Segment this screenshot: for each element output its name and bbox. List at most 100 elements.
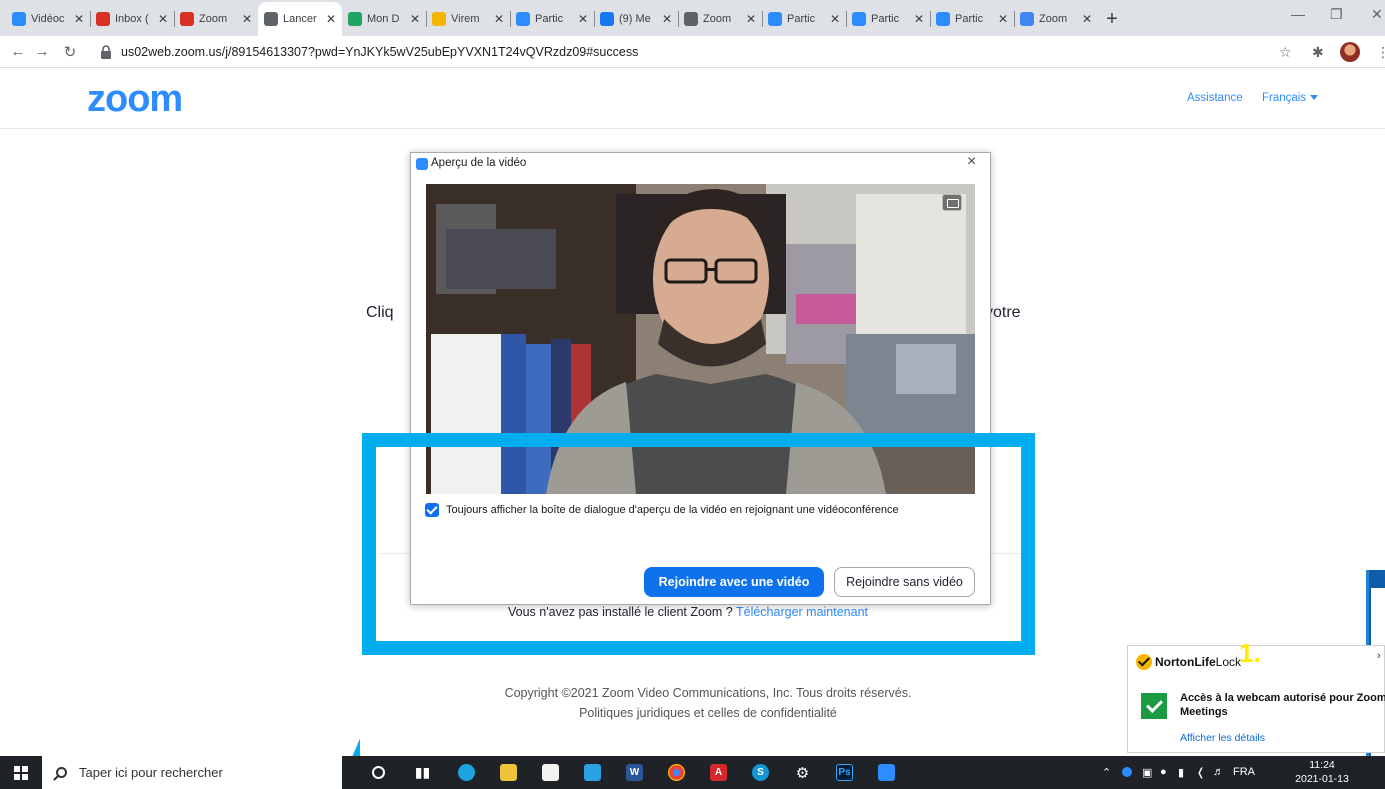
tab-close-icon[interactable]: ✕ [662, 12, 672, 26]
clock-date: 2021-01-13 [1295, 773, 1349, 785]
system-clock[interactable]: 11:24 2021-01-13 [1290, 758, 1354, 786]
tab-close-icon[interactable]: ✕ [158, 12, 168, 26]
tab-close-icon[interactable]: ✕ [746, 12, 756, 26]
google-icon [1020, 12, 1034, 26]
caret-down-icon [1310, 95, 1319, 101]
annotation-pointer-line [338, 738, 360, 789]
close-window-icon[interactable]: ✕ [1371, 6, 1383, 23]
tab-title: Partic [787, 13, 816, 25]
norton-brand-light: Lock [1215, 655, 1242, 669]
extensions-icon[interactable]: ✱ [1312, 44, 1324, 61]
tab-title: (9) Me [619, 13, 651, 25]
windows-start-icon[interactable] [14, 766, 28, 780]
back-icon[interactable]: ← [6, 43, 30, 60]
fullscreen-preview-icon[interactable] [942, 194, 962, 211]
zoom-icon [516, 12, 530, 26]
address-bar[interactable]: us02web.zoom.us/j/89154613307?pwd=YnJKYk… [100, 41, 1270, 63]
forward-icon[interactable]: → [30, 43, 54, 60]
globe-icon [684, 12, 698, 26]
tab-title: Zoom [703, 13, 732, 25]
tab-close-icon[interactable]: ✕ [1082, 12, 1092, 26]
browser-tab[interactable]: Virem ✕ [426, 2, 510, 36]
maximize-icon[interactable]: ❐ [1330, 6, 1343, 23]
taskbar-search[interactable]: Taper ici pour rechercher [42, 756, 342, 789]
support-link[interactable]: Assistance [1187, 92, 1243, 104]
screen: Vidéoc ✕ Inbox (✕ Zoom ✕ Lancer ✕ Mon D ✕ Virem ✕ P… [0, 0, 1385, 789]
dialog-close-icon[interactable]: × [967, 153, 976, 171]
reload-icon[interactable]: ↻ [58, 43, 82, 61]
facebook-icon [600, 12, 614, 26]
tab-close-icon[interactable]: ✕ [998, 12, 1008, 26]
bookmark-star-icon[interactable]: ☆ [1279, 44, 1292, 61]
success-check-icon [1141, 693, 1167, 719]
file-explorer-icon[interactable] [500, 764, 517, 781]
globe-icon [264, 12, 278, 26]
taskbar: Taper ici pour rechercher ▮▮ W A S ⚙ Ps … [0, 756, 1385, 789]
minimize-icon[interactable]: — [1291, 6, 1305, 22]
browser-tab[interactable]: (9) Me ✕ [594, 2, 678, 36]
tab-close-icon[interactable]: ✕ [410, 12, 420, 26]
tray-norton-icon[interactable]: ● [1160, 766, 1167, 778]
browser-tab[interactable]: Inbox (✕ [90, 2, 174, 36]
volume-icon[interactable]: ♬ [1213, 766, 1224, 778]
norton-check-icon [1136, 654, 1152, 670]
tab-close-icon[interactable]: ✕ [242, 12, 252, 26]
lock-icon [101, 45, 111, 59]
chrome-icon[interactable] [668, 764, 685, 781]
zoom-taskbar-icon[interactable] [878, 764, 895, 781]
battery-icon[interactable]: ▮ [1178, 766, 1184, 779]
slides-icon [432, 12, 446, 26]
skype-icon[interactable]: S [752, 764, 769, 781]
gmail-icon [96, 12, 110, 26]
new-tab-button[interactable]: + [1098, 2, 1126, 36]
photoshop-icon[interactable]: Ps [836, 764, 853, 781]
launch-prompt-left: Cliq [366, 304, 394, 321]
zoom-icon [936, 12, 950, 26]
input-language[interactable]: FRA [1233, 766, 1255, 778]
tray-device-icon[interactable]: ▣ [1142, 766, 1152, 779]
norton-close-icon[interactable]: › [1377, 650, 1381, 662]
tab-title: Partic [535, 13, 564, 25]
norton-details-link[interactable]: Afficher les détails [1180, 732, 1265, 744]
browser-toolbar: ← → ↻ us02web.zoom.us/j/89154613307?pwd=… [0, 36, 1385, 68]
store-icon[interactable] [542, 764, 559, 781]
annotation-highlight-box [362, 433, 1035, 655]
tray-overflow-icon[interactable]: ⌃ [1102, 766, 1111, 779]
acrobat-icon[interactable]: A [710, 764, 727, 781]
tab-title: Vidéoc [31, 13, 65, 25]
browser-tab[interactable]: Zoom ✕ [174, 2, 258, 36]
tab-title: Zoom [199, 13, 228, 25]
dialog-title: Aperçu de la vidéo [431, 157, 527, 169]
clock-time: 11:24 [1309, 759, 1335, 771]
wifi-icon[interactable]: ❬ [1196, 766, 1205, 779]
tray-zoom-icon[interactable] [1122, 767, 1132, 777]
language-selector[interactable]: Français [1262, 92, 1319, 104]
word-icon[interactable]: W [626, 764, 643, 781]
url-text: us02web.zoom.us/j/89154613307?pwd=YnJKYk… [121, 45, 639, 59]
browser-tab[interactable]: Zoom ✕ [1014, 2, 1098, 36]
task-view-icon[interactable]: ▮▮ [414, 764, 431, 781]
menu-icon[interactable]: ⋮ [1376, 44, 1385, 61]
norton-brand-bold: NortonLife [1155, 655, 1216, 669]
browser-tab[interactable]: Partic ✕ [930, 2, 1014, 36]
edge-icon[interactable] [458, 764, 475, 781]
tab-close-icon[interactable]: ✕ [830, 12, 840, 26]
zoom-app-icon [416, 158, 428, 170]
zoom-logo[interactable]: zoom [87, 78, 183, 121]
tab-close-icon[interactable]: ✕ [914, 12, 924, 26]
mail-icon[interactable] [584, 764, 601, 781]
browser-tab[interactable]: Partic ✕ [846, 2, 930, 36]
profile-avatar[interactable] [1340, 42, 1360, 62]
tab-close-icon[interactable]: ✕ [74, 12, 84, 26]
tab-close-icon[interactable]: ✕ [494, 12, 504, 26]
taskbar-search-placeholder: Taper ici pour rechercher [79, 765, 223, 780]
browser-tab[interactable]: Vidéoc ✕ [6, 2, 90, 36]
settings-gear-icon[interactable]: ⚙ [794, 764, 811, 782]
cortana-icon[interactable] [372, 766, 385, 779]
zoom-icon [12, 12, 26, 26]
tab-close-icon[interactable]: ✕ [578, 12, 588, 26]
browser-tab[interactable]: Zoom ✕ [678, 2, 762, 36]
browser-tab[interactable]: Partic ✕ [510, 2, 594, 36]
language-label: Français [1262, 92, 1307, 104]
browser-tab[interactable]: Partic ✕ [762, 2, 846, 36]
